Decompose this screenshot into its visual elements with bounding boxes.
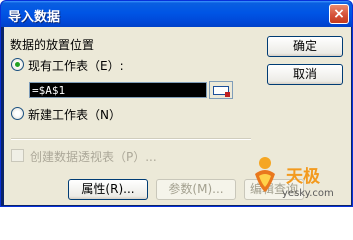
placement-section-label: 数据的放置位置 (10, 38, 95, 52)
close-button[interactable]: × (329, 4, 349, 24)
yesky-watermark: 天极 yesky.com (250, 154, 350, 204)
pivot-table-label: 创建数据透视表（P）... (30, 150, 157, 164)
existing-sheet-label[interactable]: 现有工作表（E）: (28, 57, 124, 74)
mascot-logo-icon (255, 157, 275, 192)
collapse-dialog-button[interactable] (209, 81, 233, 99)
cell-reference-input[interactable]: =$A$1 (29, 82, 207, 98)
dialog-title: 导入数据 (8, 10, 61, 25)
ok-button[interactable]: 确定 (267, 36, 343, 57)
cancel-button[interactable]: 取消 (267, 64, 343, 85)
pivot-table-checkbox[interactable] (11, 149, 24, 162)
new-sheet-label[interactable]: 新建工作表（N） (28, 106, 121, 123)
watermark-url: yesky.com (282, 188, 334, 199)
range-select-icon (213, 86, 230, 97)
properties-button[interactable]: 属性(R)... (68, 179, 148, 200)
dialog-body: 数据的放置位置 现有工作表（E）: =$A$1 新建工作表（N） 创建数据透视表… (4, 27, 351, 205)
close-icon: × (333, 6, 345, 22)
watermark-brand: 天极 (286, 167, 320, 187)
title-bar[interactable]: 导入数据 × (1, 1, 352, 27)
import-data-dialog: 导入数据 × 数据的放置位置 现有工作表（E）: =$A$1 新建工作表（N） … (0, 0, 353, 207)
new-sheet-radio[interactable] (11, 107, 24, 120)
divider (11, 138, 251, 140)
parameters-button[interactable]: 参数(M)... (156, 179, 236, 200)
existing-sheet-radio[interactable] (11, 58, 24, 71)
